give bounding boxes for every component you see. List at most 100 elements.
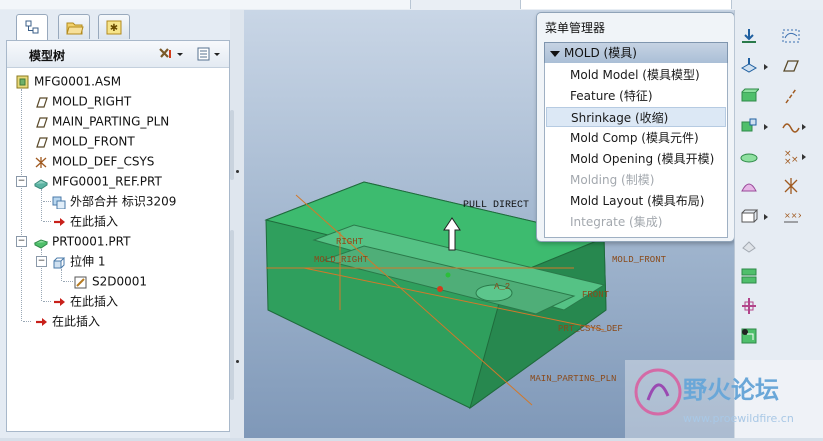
favorites-tab[interactable]: ✱ — [98, 14, 130, 39]
menu-item-mold-opening[interactable]: Mold Opening (模具开模) — [546, 149, 726, 169]
show-options-icon[interactable] — [195, 45, 225, 63]
extrude-icon — [53, 257, 66, 268]
right-label: RIGHT — [336, 237, 364, 247]
menu-item-mold-comp[interactable]: Mold Comp (模具元件) — [546, 128, 726, 148]
folder-browser-tab[interactable] — [58, 14, 90, 39]
axis-a2-label: A_2 — [494, 282, 510, 292]
point-tool-icon[interactable] — [739, 26, 759, 46]
datum-plane-icon[interactable] — [781, 56, 801, 76]
main-parting-label: MAIN_PARTING_PLN — [530, 374, 616, 384]
pipe-tool-icon[interactable] — [739, 116, 759, 136]
tree-item-mold-front[interactable]: MOLD_FRONT — [33, 131, 135, 151]
tree-item-insert-here[interactable]: 在此插入 — [51, 211, 118, 231]
flyout-arrow[interactable] — [764, 124, 768, 130]
model-tree-icon — [25, 20, 39, 34]
shell-tool-icon[interactable] — [739, 146, 759, 166]
tree-connector — [23, 321, 31, 323]
split-tool-icon[interactable] — [739, 266, 759, 286]
collapse-triangle-icon — [550, 50, 560, 57]
sketch-curve-icon[interactable] — [781, 26, 801, 46]
sketch-icon — [74, 276, 87, 288]
curve-tool-icon[interactable] — [781, 116, 801, 136]
collapse-toggle[interactable]: − — [36, 256, 47, 267]
reference-part-icon — [34, 178, 48, 189]
flyout-arrow[interactable] — [802, 124, 806, 130]
splitter-grip — [236, 170, 239, 173]
model-tree: 模型树 MFG0001.ASM MOLD_RIGHT MAIN_PARTING_… — [6, 40, 230, 432]
navigator-panel: ✱ 模型树 MFG0001.ASM MOLD_RIGHT MAIN_PARTIN… — [0, 10, 240, 438]
pull-direction-label: PULL DIRECT — [463, 200, 529, 211]
star-icon: ✱ — [106, 20, 122, 35]
csys-tool-icon[interactable] — [781, 176, 801, 196]
tree-item-mold-def-csys[interactable]: MOLD_DEF_CSYS — [33, 151, 154, 171]
csys-icon — [35, 156, 47, 168]
axis-tool-icon[interactable] — [781, 86, 801, 106]
insert-arrow-icon — [54, 217, 65, 226]
scrollbar-thumb[interactable] — [230, 110, 234, 180]
tree-item-extrude[interactable]: 拉伸 1 — [51, 251, 105, 271]
layout-tool-icon[interactable] — [739, 326, 759, 346]
menu-item-shrinkage[interactable]: Shrinkage (收缩) — [546, 107, 726, 127]
tree-connector — [43, 301, 51, 303]
svg-text:✱: ✱ — [110, 23, 118, 34]
menu-header-mold[interactable]: MOLD (模具) — [544, 42, 728, 64]
watermark-text: 野火论坛 — [683, 376, 779, 404]
model-tree-header: 模型树 — [7, 41, 229, 68]
model-tree-title: 模型树 — [29, 49, 66, 63]
shrink-tool-icon — [742, 241, 756, 253]
front-label: FRONT — [582, 290, 610, 300]
prt-csys-label: PRT_CSYS_DEF — [558, 324, 623, 334]
mold-open-icon[interactable] — [739, 296, 759, 316]
menu-item-molding: Molding (制模) — [570, 173, 655, 187]
datum-plane-icon — [36, 96, 48, 108]
menu-item-mold-model[interactable]: Mold Model (模具模型) — [546, 65, 726, 85]
svg-text:×: × — [784, 157, 792, 166]
datum-plane-icon — [36, 116, 48, 128]
settings-icon[interactable] — [157, 45, 187, 63]
insert-arrow-icon — [54, 297, 65, 306]
menu-item-mold-layout[interactable]: Mold Layout (模具布局) — [546, 191, 726, 211]
tree-connector — [43, 221, 51, 223]
folder-icon — [66, 22, 84, 35]
merge-icon — [52, 196, 66, 209]
box-tool-icon[interactable] — [739, 206, 759, 226]
tree-connector — [63, 281, 73, 283]
tree-item-assembly[interactable]: MFG0001.ASM — [15, 71, 121, 91]
tree-item-part[interactable]: PRT0001.PRT — [33, 231, 130, 251]
tree-item-external-merge[interactable]: 外部合并 标识3209 — [51, 191, 176, 211]
menu-manager-title: 菜单管理器 — [545, 21, 606, 35]
tree-item-main-parting-pln[interactable]: MAIN_PARTING_PLN — [33, 111, 169, 131]
surface-tool-icon[interactable] — [739, 176, 759, 196]
collapse-toggle[interactable]: − — [16, 176, 27, 187]
forum-watermark: 野火论坛 www.proewildfire.cn — [625, 360, 823, 438]
menu-item-integrate: Integrate (集成) — [570, 215, 663, 229]
point-array-icon[interactable]: ××× — [781, 146, 801, 166]
plane-tool-icon[interactable] — [739, 56, 759, 76]
tree-connector — [43, 201, 51, 203]
tree-item-ref-part[interactable]: MFG0001_REF.PRT — [33, 171, 162, 191]
analysis-icon[interactable]: ××× — [781, 206, 801, 226]
flyout-arrow[interactable] — [764, 64, 768, 70]
svg-text:×××: ××× — [784, 211, 801, 220]
tree-item-insert-here-part[interactable]: 在此插入 — [51, 291, 118, 311]
collapse-toggle[interactable]: − — [16, 236, 27, 247]
model-tree-tab[interactable] — [16, 14, 48, 40]
tree-item-insert-here-root[interactable]: 在此插入 — [33, 311, 100, 331]
part-icon — [33, 238, 49, 249]
tree-item-sketch[interactable]: S2D0001 — [73, 271, 147, 291]
splitter-grip — [236, 360, 239, 363]
mold-right-label: MOLD_RIGHT — [314, 255, 369, 265]
flyout-arrow[interactable] — [802, 154, 806, 160]
csys-marker — [445, 272, 451, 278]
tree-item-mold-right[interactable]: MOLD_RIGHT — [33, 91, 131, 111]
filter-dropdown[interactable] — [520, 0, 732, 9]
watermark-logo: 野火论坛 www.proewildfire.cn — [625, 360, 823, 438]
block-tool-icon[interactable] — [739, 86, 759, 106]
scrollbar-thumb[interactable] — [230, 230, 234, 400]
assembly-icon — [16, 75, 29, 88]
panel-splitter[interactable] — [230, 10, 244, 438]
menu-header-label: MOLD (模具) — [564, 46, 637, 60]
insert-arrow-icon — [36, 317, 47, 326]
menu-item-feature[interactable]: Feature (特征) — [546, 86, 726, 106]
flyout-arrow[interactable] — [764, 214, 768, 220]
